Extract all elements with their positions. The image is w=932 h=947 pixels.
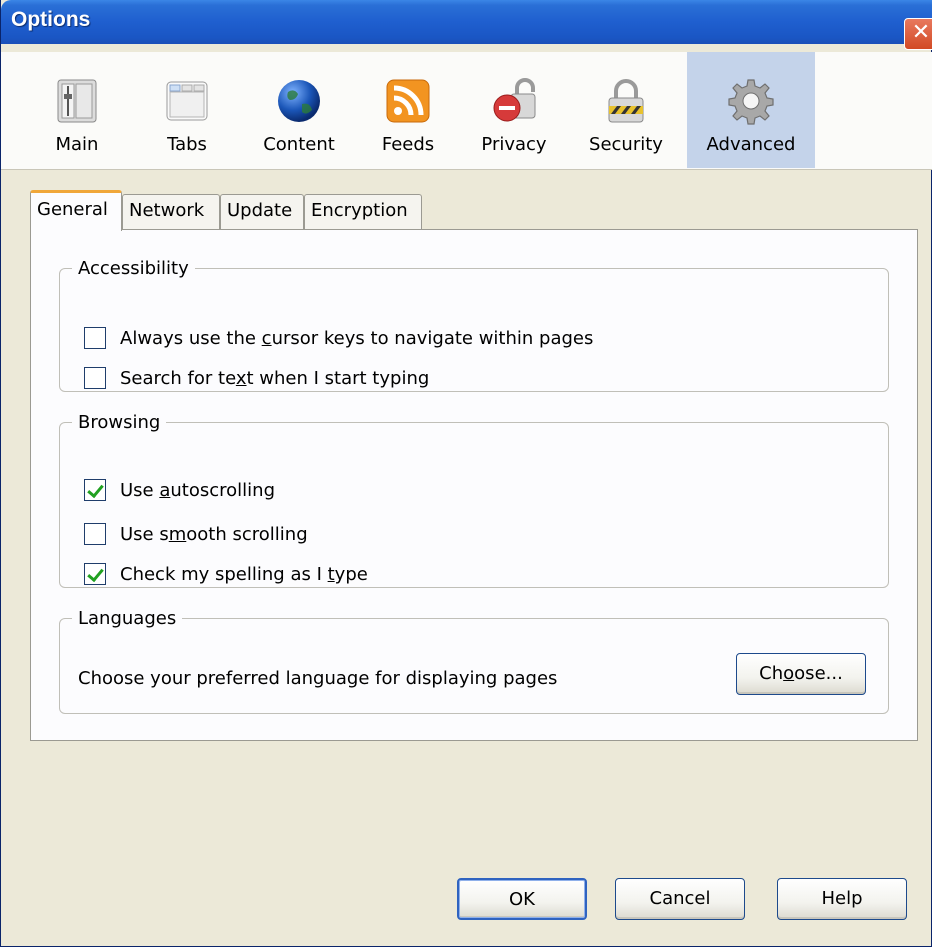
autoscrolling-label: Use autoscrolling xyxy=(120,479,275,501)
general-panel: Accessibility Always use the cursor keys… xyxy=(30,229,918,741)
tab-network[interactable]: Network xyxy=(122,194,220,230)
toolbar-item-feeds[interactable]: Feeds xyxy=(365,52,451,168)
preferences-toolbar: Main Tabs Content Feeds Privacy Security… xyxy=(1,52,932,170)
padlock-icon xyxy=(608,79,644,123)
spell-check-checkbox[interactable] xyxy=(84,563,106,585)
toolbar-item-security[interactable]: Security xyxy=(573,52,679,168)
title-bar[interactable]: Options ✕ xyxy=(1,0,932,50)
smooth-scrolling-option[interactable]: Use smooth scrolling xyxy=(84,521,308,547)
tab-update[interactable]: Update xyxy=(220,194,304,230)
search-text-option[interactable]: Search for text when I start typing xyxy=(84,365,429,391)
smooth-scrolling-checkbox[interactable] xyxy=(84,523,106,545)
gear-icon xyxy=(728,79,774,125)
rss-icon xyxy=(386,79,430,123)
tab-network-label: Network xyxy=(129,200,205,221)
cursor-keys-option[interactable]: Always use the cursor keys to navigate w… xyxy=(84,325,593,351)
autoscrolling-option[interactable]: Use autoscrolling xyxy=(84,477,275,503)
main-icon xyxy=(57,79,97,123)
languages-group: Languages Choose your preferred language… xyxy=(59,608,889,714)
spell-check-option[interactable]: Check my spelling as I type xyxy=(84,561,368,587)
accessibility-legend: Accessibility xyxy=(78,258,189,279)
languages-legend: Languages xyxy=(78,608,177,629)
cursor-keys-label: Always use the cursor keys to navigate w… xyxy=(120,327,594,349)
tab-encryption[interactable]: Encryption xyxy=(304,194,422,230)
accessibility-group: Accessibility Always use the cursor keys… xyxy=(59,258,889,392)
close-icon: ✕ xyxy=(911,20,931,45)
close-button[interactable]: ✕ xyxy=(904,18,932,50)
toolbar-item-main[interactable]: Main xyxy=(37,52,117,168)
ok-button[interactable]: OK xyxy=(457,878,587,920)
toolbar-label-main: Main xyxy=(55,134,99,155)
toolbar-item-content[interactable]: Content xyxy=(247,52,351,168)
spell-check-label: Check my spelling as I type xyxy=(120,563,368,585)
smooth-scrolling-label: Use smooth scrolling xyxy=(120,523,308,545)
cursor-keys-checkbox[interactable] xyxy=(84,327,106,349)
browsing-legend: Browsing xyxy=(78,412,161,433)
tab-general[interactable]: General xyxy=(30,190,122,231)
search-text-checkbox[interactable] xyxy=(84,367,106,389)
tab-general-label: General xyxy=(37,199,108,220)
toolbar-label-tabs: Tabs xyxy=(167,134,207,155)
privacy-lock-icon xyxy=(493,78,536,122)
tab-update-label: Update xyxy=(227,200,293,221)
toolbar-label-content: Content xyxy=(263,134,335,155)
cancel-button[interactable]: Cancel xyxy=(615,878,745,920)
toolbar-item-advanced[interactable]: Advanced xyxy=(687,52,815,168)
languages-description-row: Choose your preferred language for displ… xyxy=(78,665,557,691)
options-window: Options ✕ Main Tabs Content Feeds Privac… xyxy=(0,0,932,947)
browsing-group: Browsing Use autoscrolling Use smooth sc… xyxy=(59,412,889,588)
help-button[interactable]: Help xyxy=(777,878,907,920)
window-title: Options xyxy=(11,8,91,31)
toolbar-label-feeds: Feeds xyxy=(381,134,435,155)
choose-languages-button[interactable]: Choose... xyxy=(736,653,866,695)
tabs-icon xyxy=(166,81,208,121)
toolbar-item-tabs[interactable]: Tabs xyxy=(147,52,227,168)
toolbar-label-advanced: Advanced xyxy=(706,134,796,155)
autoscrolling-checkbox[interactable] xyxy=(84,479,106,501)
toolbar-label-privacy: Privacy xyxy=(481,134,547,155)
globe-icon xyxy=(278,80,320,122)
toolbar-label-security: Security xyxy=(589,134,663,155)
languages-description: Choose your preferred language for displ… xyxy=(78,667,558,689)
toolbar-item-privacy[interactable]: Privacy xyxy=(469,52,559,168)
tab-encryption-label: Encryption xyxy=(311,200,408,221)
search-text-label: Search for text when I start typing xyxy=(120,367,430,389)
